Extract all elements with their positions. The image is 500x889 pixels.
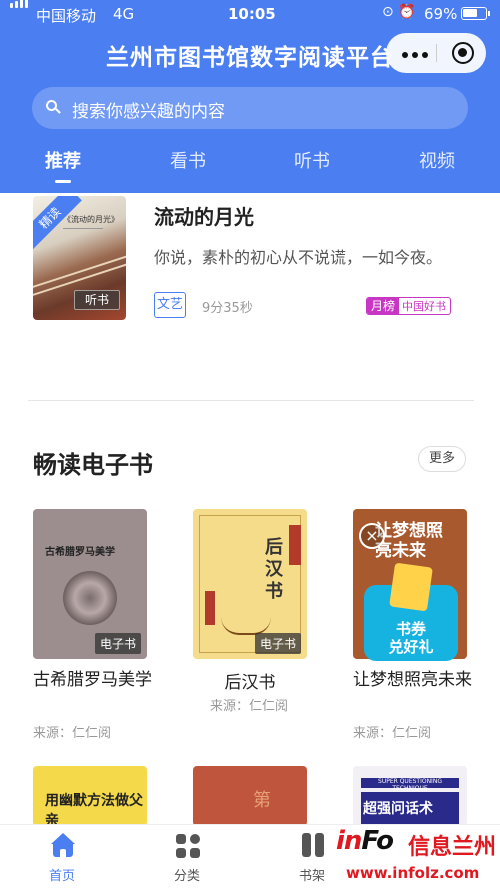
watermark-logo: inFo [336, 826, 394, 856]
ebook-tag: 电子书 [94, 633, 141, 654]
book-title[interactable]: 古希腊罗马美学 [33, 668, 153, 693]
tab-video[interactable]: 视频 [402, 147, 472, 173]
section-divider [28, 400, 474, 401]
battery-percent: 69% [424, 5, 458, 23]
ticket-icon [389, 562, 433, 612]
cover-title: 《流动的月光》 [63, 215, 119, 224]
book-title[interactable]: 后汉书 [193, 668, 307, 693]
nav-label: 分类 [173, 869, 200, 884]
cover-title: 第 [253, 790, 271, 811]
alarm-icon: ⊙ ⏰ [382, 4, 416, 20]
featured-cover[interactable]: 《流动的月光》 精读 听书 [33, 196, 126, 320]
miniprogram-capsule [386, 33, 486, 73]
cover-art [63, 571, 117, 625]
category-tabs: 推荐 看书 听书 视频 [0, 147, 500, 193]
page-title: 兰州市图书馆数字阅读平台 [106, 45, 394, 71]
network-type: 4G [113, 5, 135, 23]
home-icon [50, 833, 76, 857]
book-cover[interactable]: SUPER QUESTIONING TECHNIQUE 超强问话术 [353, 766, 467, 826]
battery-icon [461, 7, 490, 20]
badge-main: 月榜 [367, 298, 400, 314]
tab-read[interactable]: 看书 [153, 147, 223, 173]
cover-seal [205, 591, 215, 625]
bookshelf-icon [302, 833, 326, 857]
ranking-badge: 月榜 中国好书 [366, 297, 452, 315]
nav-label: 首页 [48, 869, 75, 884]
section-title: 畅读电子书 [33, 451, 153, 479]
coupon-float-button[interactable]: 书券 兑好礼 [364, 562, 458, 661]
capsule-divider [436, 44, 437, 62]
tab-listen[interactable]: 听书 [277, 147, 347, 173]
close-icon[interactable]: × [359, 523, 385, 549]
category-tag: 文艺 [154, 292, 186, 318]
duration: 9分35秒 [202, 301, 253, 316]
nav-home[interactable]: 首页 [27, 825, 97, 889]
app-header: 中国移动 4G 10:05 ⊙ ⏰ 69% 兰州市图书馆数字阅读平台 搜索你感兴… [0, 0, 500, 193]
book-title[interactable]: 让梦想照亮未来 [353, 668, 473, 693]
nav-category[interactable]: 分类 [152, 825, 222, 889]
book-source: 来源：仁仁阅 [353, 726, 432, 741]
cover-title: 让梦想照亮未来 [375, 521, 443, 561]
audiobook-tag: 听书 [74, 290, 120, 310]
book-cover[interactable]: 古希腊罗马美学 电子书 [33, 509, 147, 659]
featured-description: 你说，素朴的初心从不说谎，一如今夜。 [154, 248, 443, 267]
watermark-url: www.infolz.com [346, 864, 480, 882]
cover-art [289, 525, 301, 565]
clock: 10:05 [228, 5, 276, 23]
cover-title: 后汉书 [265, 537, 283, 602]
grid-icon [176, 834, 200, 858]
cover-title: 古希腊罗马美学 [45, 547, 115, 558]
more-button[interactable]: 更多 [418, 446, 466, 472]
watermark-name: 信息兰州 [408, 835, 497, 860]
cover-title: 用幽默方法做父亲 [45, 793, 143, 826]
active-tab-indicator [55, 180, 71, 183]
book-cover[interactable]: 后汉书 电子书 [193, 509, 307, 659]
cover-subtitle: SUPER QUESTIONING TECHNIQUE [361, 778, 459, 792]
cover-rule [63, 228, 103, 229]
book-source: 来源：仁仁阅 [210, 699, 289, 714]
search-icon [46, 100, 61, 114]
ebook-tag: 电子书 [254, 633, 301, 654]
watermark: inFo 信息兰州 www.infolz.com [336, 826, 496, 886]
search-bar[interactable]: 搜索你感兴趣的内容 [32, 87, 468, 129]
featured-title[interactable]: 流动的月光 [154, 201, 254, 230]
book-cover[interactable]: 用幽默方法做父亲 [33, 766, 147, 826]
carrier-label: 中国移动 [36, 7, 97, 25]
close-icon[interactable] [452, 42, 474, 64]
book-source: 来源：仁仁阅 [33, 726, 112, 741]
cover-title: 超强问话术 [363, 801, 433, 817]
search-placeholder: 搜索你感兴趣的内容 [72, 102, 225, 122]
coupon-text: 书券 兑好礼 [388, 620, 434, 656]
badge-sub: 中国好书 [402, 300, 447, 313]
status-bar: 中国移动 4G 10:05 ⊙ ⏰ 69% [0, 0, 500, 28]
book-cover[interactable]: 第 [193, 766, 307, 826]
tab-recommend[interactable]: 推荐 [28, 147, 98, 173]
